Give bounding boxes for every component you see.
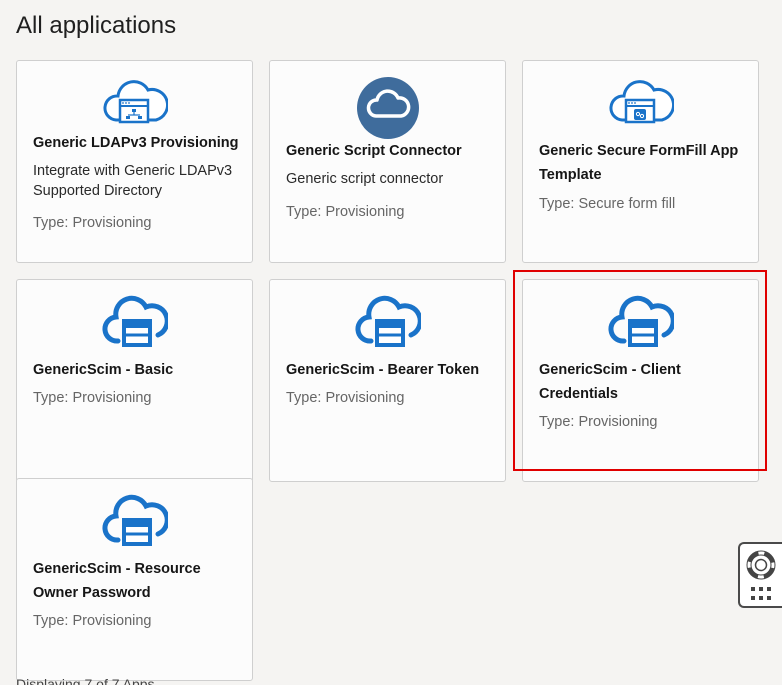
- app-card-generic-secure-formfill[interactable]: Generic Secure FormFill App Template Typ…: [522, 60, 759, 263]
- cloud-app-icon: [355, 292, 421, 358]
- app-name: Generic Script Connector: [286, 143, 462, 159]
- app-description: Integrate with Generic LDAPv3 Supported …: [33, 163, 233, 199]
- app-type: Type: Provisioning: [286, 204, 405, 220]
- app-type: Type: Provisioning: [33, 390, 152, 406]
- app-card-generic-ldapv3[interactable]: Generic LDAPv3 Provisioning Integrate wi…: [16, 60, 253, 263]
- results-count: Displaying 7 of 7 Apps: [16, 676, 155, 685]
- app-card-genericscim-basic[interactable]: GenericScim - Basic Type: Provisioning: [16, 279, 253, 482]
- app-name: GenericScim - Resource Owner Password: [33, 561, 201, 601]
- cloud-circle-icon: [355, 75, 421, 141]
- app-card-generic-script-connector[interactable]: Generic Script Connector Generic script …: [269, 60, 506, 263]
- help-widget[interactable]: [738, 542, 782, 608]
- apps-grid-icon[interactable]: [750, 586, 772, 607]
- app-description: Generic script connector: [286, 171, 444, 187]
- lifebuoy-icon[interactable]: [746, 550, 776, 585]
- cloud-formfill-icon: [608, 73, 674, 139]
- app-type: Type: Secure form fill: [539, 196, 676, 212]
- app-card-genericscim-bearer-token[interactable]: GenericScim - Bearer Token Type: Provisi…: [269, 279, 506, 482]
- app-name: GenericScim - Basic: [33, 362, 174, 378]
- cloud-directory-icon: [102, 73, 168, 139]
- cloud-app-icon: [102, 491, 168, 557]
- app-name: GenericScim - Bearer Token: [286, 362, 480, 378]
- app-type: Type: Provisioning: [33, 215, 152, 231]
- app-card-genericscim-resource-owner-password[interactable]: GenericScim - Resource Owner Password Ty…: [16, 478, 253, 681]
- app-name: Generic Secure FormFill App Template: [539, 143, 739, 183]
- app-name: Generic LDAPv3 Provisioning: [33, 135, 239, 151]
- app-type: Type: Provisioning: [33, 613, 152, 629]
- cloud-app-icon: [102, 292, 168, 358]
- page-title: All applications: [16, 12, 177, 39]
- selection-highlight: [513, 270, 767, 471]
- app-type: Type: Provisioning: [286, 390, 405, 406]
